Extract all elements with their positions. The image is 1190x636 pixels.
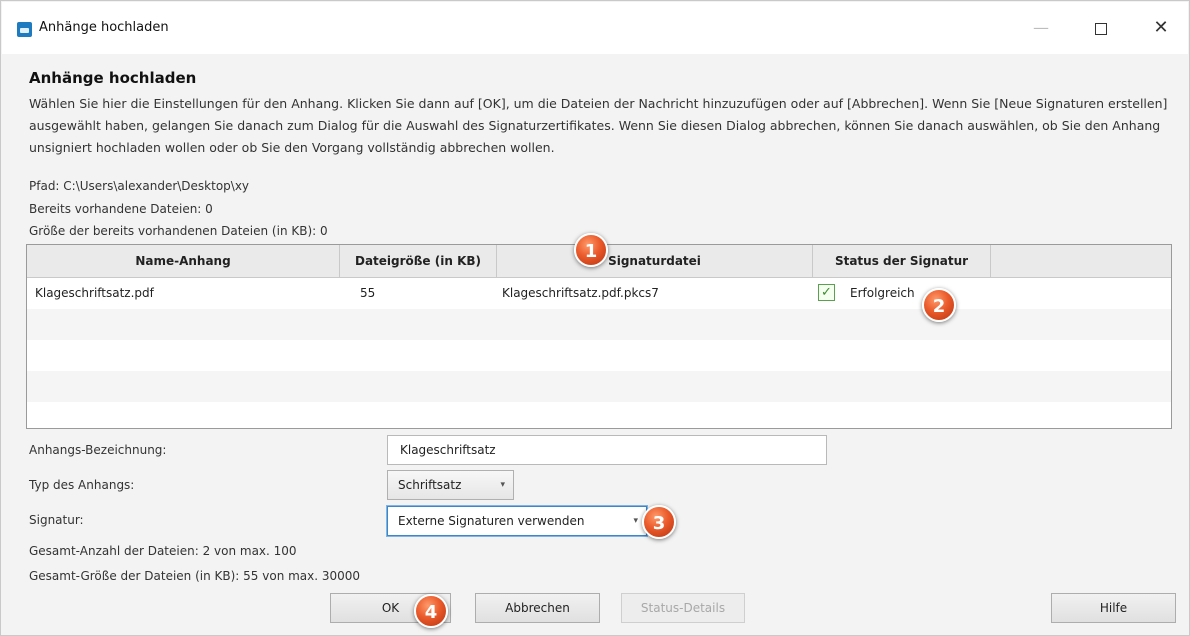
signature-label: Signatur: [29,513,84,527]
dialog-description: Wählen Sie hier die Einstellungen für de… [29,96,1168,155]
signature-value: Externe Signaturen verwenden [398,514,585,528]
maximize-icon [1095,22,1107,35]
table-row[interactable]: Klageschriftsatz.pdf 55 Klageschriftsatz… [27,278,1171,309]
minimize-button[interactable]: — [1018,10,1064,46]
dialog-window: Anhänge hochladen — ✕ Anhänge hochladen … [0,0,1190,636]
table-row-empty [27,402,1171,428]
column-header-size[interactable]: Dateigröße (in KB) [340,245,497,277]
existing-size-info: Größe der bereits vorhandenen Dateien (i… [29,224,328,238]
table-row-empty [27,371,1171,402]
signature-select[interactable]: Externe Signaturen verwenden ▾ [387,506,647,536]
callout-badge-3: 3 [642,505,676,539]
callout-badge-1: 1 [574,233,608,267]
attachments-table: Name-Anhang Dateigröße (in KB) Signaturd… [26,244,1172,429]
callout-badge-2: 2 [922,288,956,322]
maximize-button[interactable] [1078,10,1124,46]
table-row-empty [27,309,1171,340]
attachment-type-value: Schriftsatz [398,478,462,492]
attachment-name-input[interactable]: Klageschriftsatz [387,435,827,465]
attachment-type-select[interactable]: Schriftsatz ▾ [387,470,514,500]
total-size-info: Gesamt-Größe der Dateien (in KB): 55 von… [29,569,361,583]
window-title: Anhänge hochladen [39,20,169,35]
table-row-empty [27,340,1171,371]
chevron-down-icon: ▾ [633,516,638,526]
app-icon [17,22,32,37]
title-bar: Anhänge hochladen — ✕ [2,2,1188,54]
attachment-type-label: Typ des Anhangs: [29,478,135,492]
help-button[interactable]: Hilfe [1051,593,1176,623]
cell-status: Erfolgreich [850,286,915,300]
column-header-status[interactable]: Status der Signatur [813,245,991,277]
column-header-name[interactable]: Name-Anhang [27,245,340,277]
cell-name: Klageschriftsatz.pdf [35,286,154,300]
callout-badge-4: 4 [414,594,448,628]
attachment-name-label: Anhangs-Bezeichnung: [29,443,167,457]
existing-files-info: Bereits vorhandene Dateien: 0 [29,202,213,216]
column-header-signature-file[interactable]: Signaturdatei [497,245,813,277]
path-info: Pfad: C:\Users\alexander\Desktop\xy [29,179,250,193]
cell-signature-file: Klageschriftsatz.pdf.pkcs7 [502,286,659,300]
checkbox-icon: ✓ [818,284,835,301]
close-button[interactable]: ✕ [1138,10,1184,46]
chevron-down-icon: ▾ [500,480,505,490]
total-count-info: Gesamt-Anzahl der Dateien: 2 von max. 10… [29,544,297,558]
cancel-button[interactable]: Abbrechen [475,593,600,623]
dialog-heading: Anhänge hochladen [29,69,197,87]
status-details-button[interactable]: Status-Details [621,593,745,623]
cell-size: 55 [360,286,376,300]
